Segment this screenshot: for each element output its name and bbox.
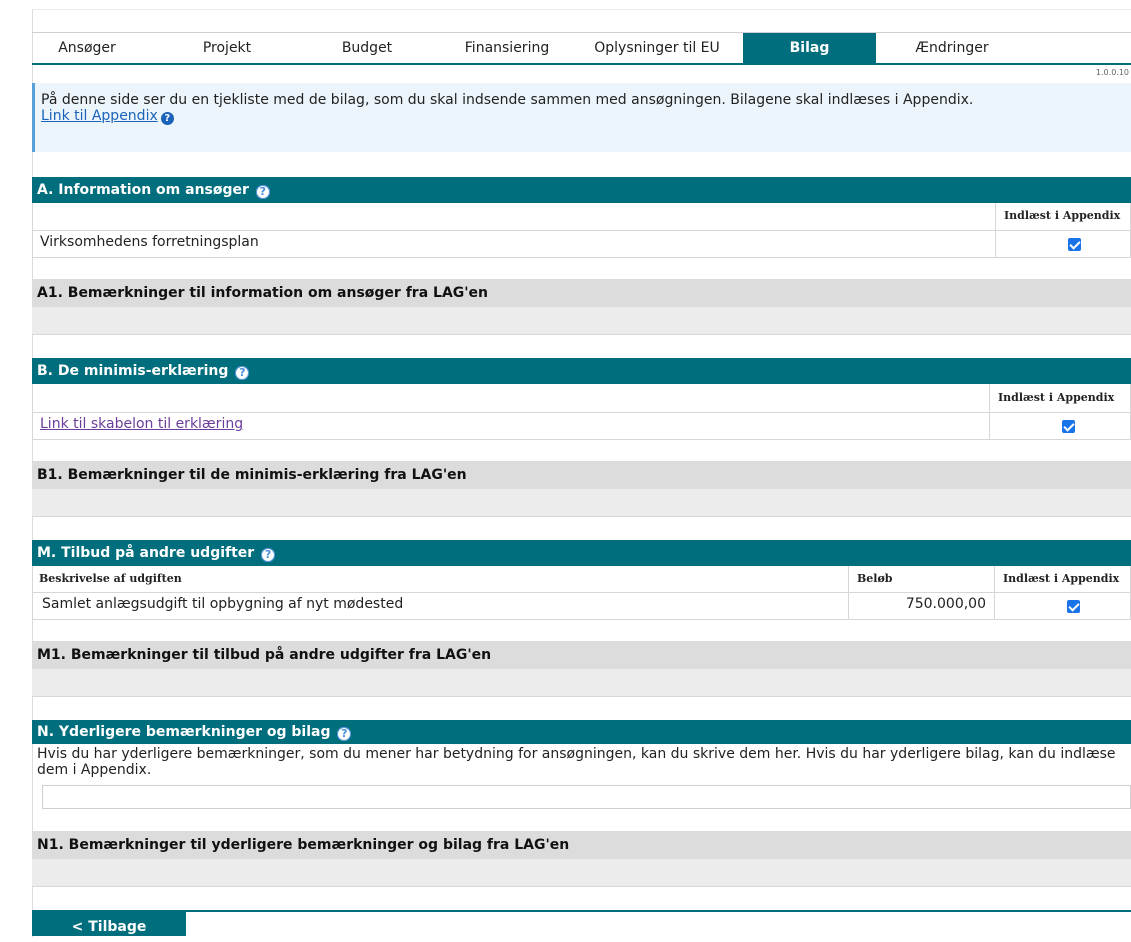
- column-header-description: Beskrivelse af udgiften: [39, 572, 182, 585]
- expense-description: Samlet anlægsudgift til opbygning af nyt…: [42, 596, 404, 612]
- section-m-title: M. Tilbud på andre udgifter: [37, 545, 255, 561]
- section-b1-header: B1. Bemærkninger til de minimis-erklærin…: [32, 461, 1131, 489]
- checkbox-checked-icon[interactable]: [1068, 238, 1081, 251]
- section-m-column-header-row: Beskrivelse af udgiften Beløb Indlæst i …: [32, 566, 1131, 593]
- help-icon[interactable]: ?: [235, 366, 250, 380]
- column-header-appendix: Indlæst i Appendix: [994, 566, 1130, 592]
- remarks-textarea[interactable]: [42, 785, 1131, 809]
- tab-bar: Ansøger Projekt Budget Finansiering Oply…: [32, 32, 1131, 65]
- tab-bilag[interactable]: Bilag: [743, 33, 876, 63]
- column-header-amount: Beløb: [848, 566, 994, 592]
- section-n1-body: [32, 859, 1131, 887]
- checkbox-checked-icon[interactable]: [1062, 420, 1075, 433]
- section-b1-body: [32, 489, 1131, 517]
- info-box: På denne side ser du en tjekliste med de…: [32, 83, 1131, 152]
- column-header-appendix: Indlæst i Appendix: [995, 203, 1130, 230]
- row-link-cell: Link til skabelon til erklæring: [33, 413, 989, 439]
- expense-amount: 750.000,00: [848, 593, 994, 619]
- checkbox-cell: [994, 593, 1130, 619]
- section-n-header: N. Yderligere bemærkninger og bilag ?: [32, 720, 1131, 744]
- tab-budget[interactable]: Budget: [312, 33, 422, 63]
- section-a1-header: A1. Bemærkninger til information om ansø…: [32, 279, 1131, 307]
- section-a1-body: [32, 307, 1131, 335]
- info-text: På denne side ser du en tjekliste med de…: [41, 92, 974, 108]
- section-b-column-header-row: Indlæst i Appendix: [32, 384, 1131, 413]
- help-icon[interactable]: ?: [160, 112, 174, 125]
- section-b-title: B. De minimis-erklæring: [37, 363, 229, 379]
- footer-divider: [32, 910, 1131, 912]
- section-n-description: Hvis du har yderligere bemærkninger, som…: [37, 746, 1116, 778]
- table-row: Virksomhedens forretningsplan: [32, 231, 1131, 258]
- help-icon[interactable]: ?: [337, 727, 352, 741]
- checkbox-checked-icon[interactable]: [1067, 600, 1080, 613]
- section-a-column-header-row: Indlæst i Appendix: [32, 203, 1131, 231]
- section-b-header: B. De minimis-erklæring ?: [32, 358, 1131, 384]
- column-header-appendix: Indlæst i Appendix: [989, 384, 1130, 412]
- help-icon[interactable]: ?: [255, 185, 270, 199]
- tab-oplysninger-til-eu[interactable]: Oplysninger til EU: [572, 33, 742, 63]
- help-icon[interactable]: ?: [261, 548, 276, 562]
- section-a-header: A. Information om ansøger ?: [32, 177, 1131, 203]
- row-label: Virksomhedens forretningsplan: [40, 234, 259, 250]
- tab-aendringer[interactable]: Ændringer: [892, 33, 1012, 63]
- template-link[interactable]: Link til skabelon til erklæring: [40, 416, 243, 432]
- checkbox-cell: [995, 231, 1130, 257]
- checkbox-cell: [989, 413, 1130, 439]
- table-row: Samlet anlægsudgift til opbygning af nyt…: [32, 593, 1131, 620]
- section-m-header: M. Tilbud på andre udgifter ?: [32, 540, 1131, 566]
- section-n1-header: N1. Bemærkninger til yderligere bemærkni…: [32, 831, 1131, 859]
- version-label: 1.0.0.10: [1095, 68, 1129, 77]
- section-n-title: N. Yderligere bemærkninger og bilag: [37, 724, 331, 740]
- tab-projekt[interactable]: Projekt: [172, 33, 282, 63]
- back-button[interactable]: < Tilbage: [32, 912, 186, 936]
- section-m1-header: M1. Bemærkninger til tilbud på andre udg…: [32, 641, 1131, 669]
- appendix-link[interactable]: Link til Appendix: [41, 108, 158, 124]
- section-a-title: A. Information om ansøger: [37, 182, 249, 198]
- table-row: Link til skabelon til erklæring: [32, 413, 1131, 440]
- section-m1-body: [32, 669, 1131, 697]
- tab-ansoger[interactable]: Ansøger: [32, 33, 142, 63]
- tab-finansiering[interactable]: Finansiering: [442, 33, 572, 63]
